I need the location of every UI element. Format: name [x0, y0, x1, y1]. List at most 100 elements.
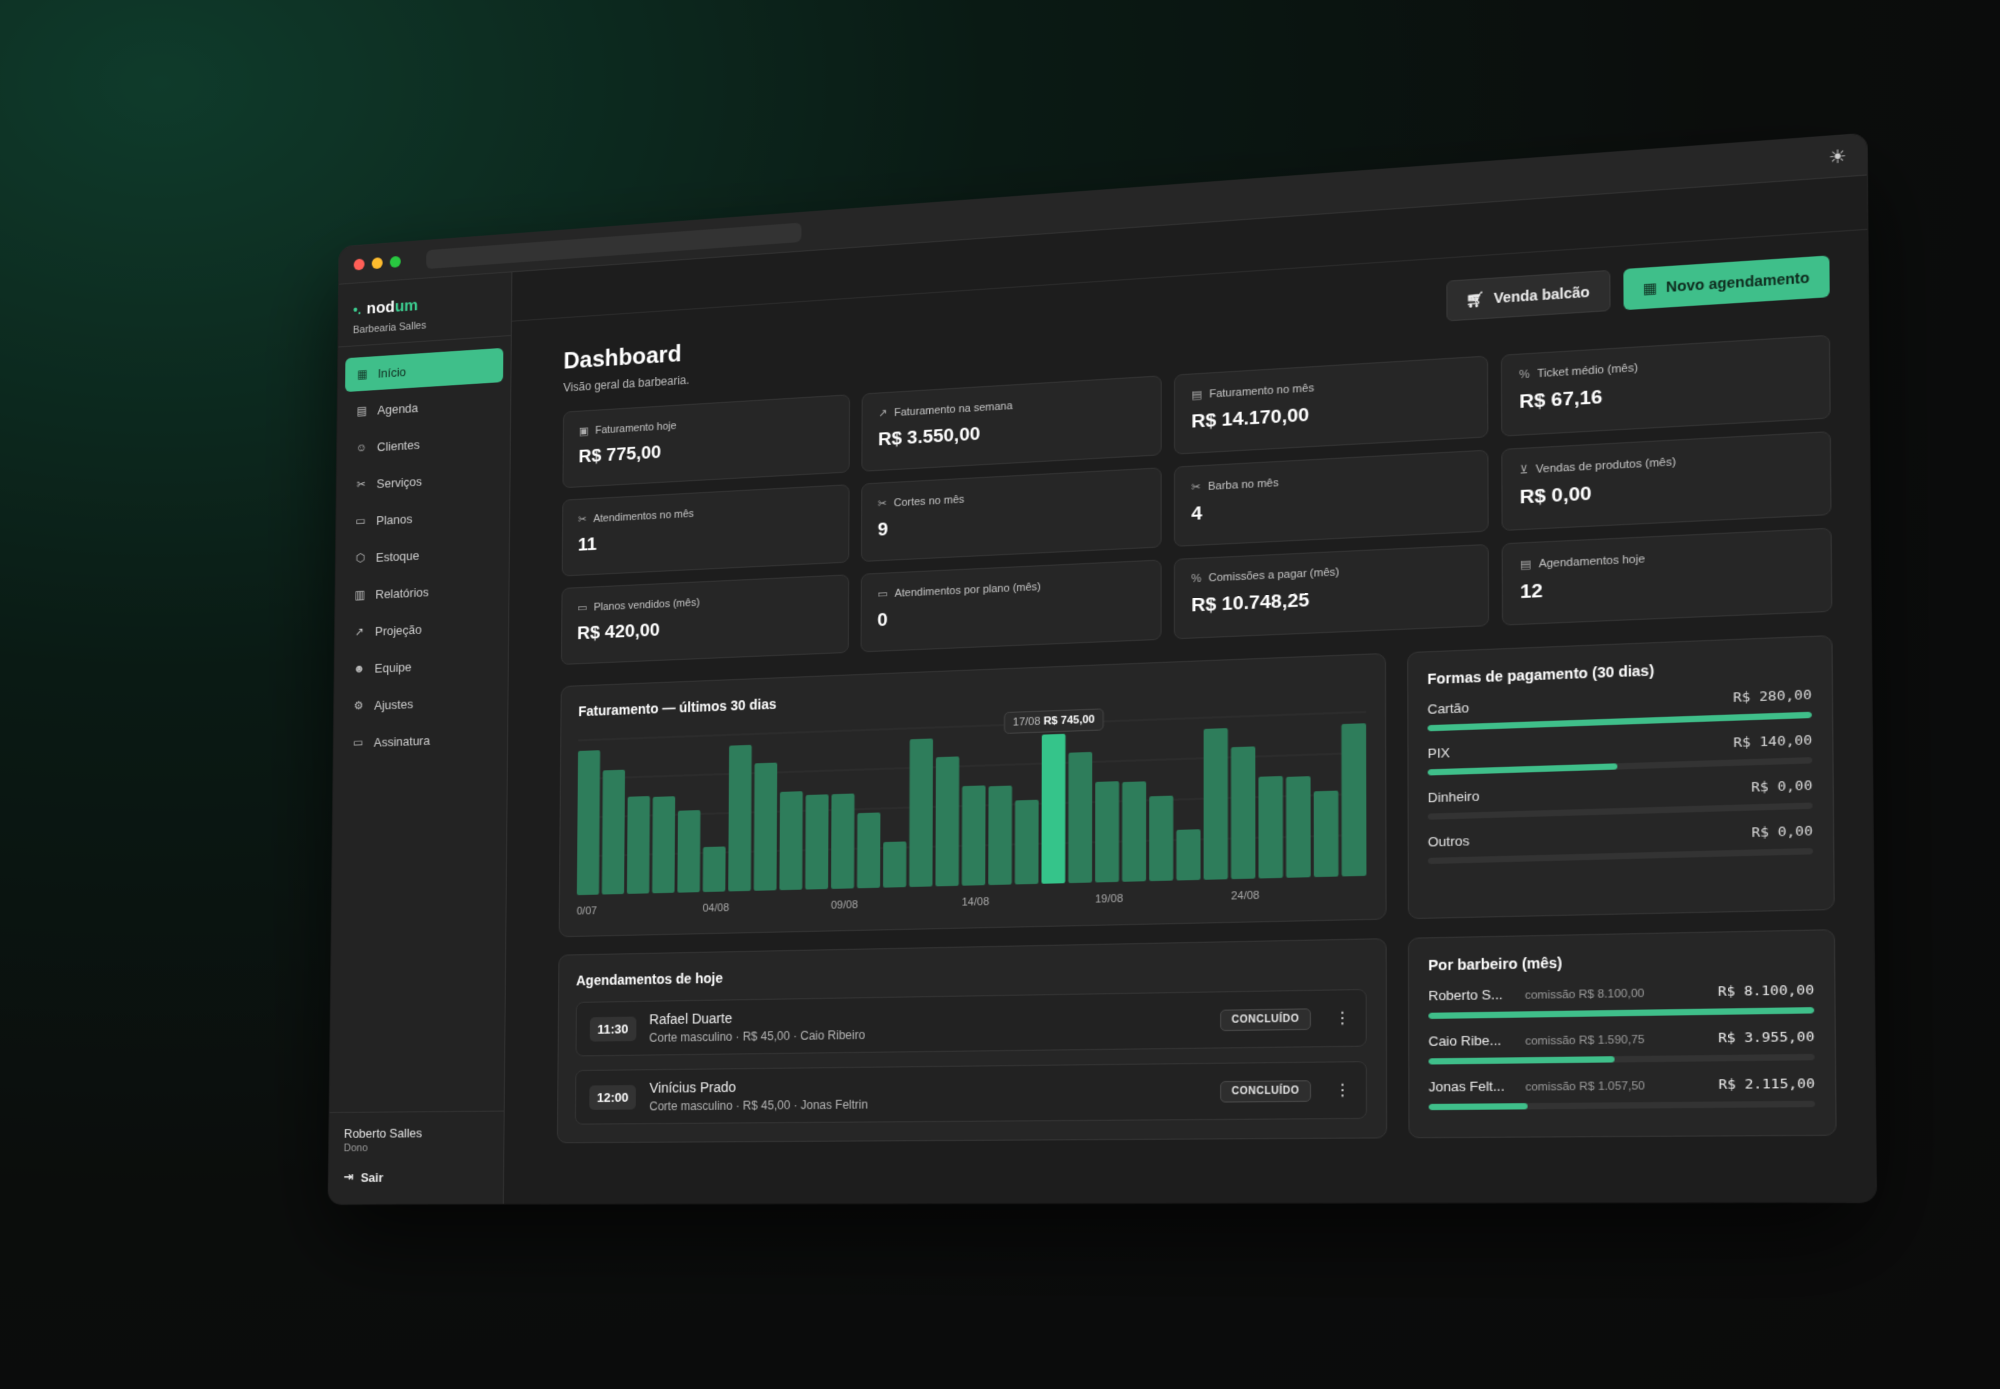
kpi-value: R$ 420,00	[577, 620, 660, 645]
logo-text: nod	[366, 297, 395, 318]
chart-bar[interactable]	[576, 750, 601, 896]
appointment-meta: Corte masculino · R$ 45,00 · Caio Ribeir…	[649, 1027, 866, 1045]
payment-method-value: R$ 0,00	[1751, 778, 1813, 796]
kpi-value: R$ 0,00	[1519, 483, 1592, 509]
chart-bar[interactable]	[1258, 775, 1283, 879]
chart-bar[interactable]	[626, 796, 650, 894]
chart-bar[interactable]	[753, 762, 778, 891]
kpi-value: 12	[1520, 580, 1543, 604]
app-window: ☀ •. nodum Barbearia Salles ▦ Início ▤ Ag…	[328, 133, 1876, 1205]
revenue-chart-card: Faturamento — últimos 30 dias 0/07 04/08 0…	[558, 652, 1387, 938]
chart-bar[interactable]	[961, 785, 986, 886]
chart-bar[interactable]	[988, 785, 1013, 886]
chart-bar[interactable]	[1015, 800, 1039, 885]
chart-bar[interactable]	[805, 794, 829, 890]
chart-bar[interactable]	[1122, 781, 1147, 882]
sun-icon[interactable]: ☀	[1828, 146, 1846, 169]
new-appointment-label: Novo agendamento	[1666, 269, 1810, 296]
sidebar-item-servicos[interactable]: ✂ Serviços	[344, 459, 503, 502]
minimize-window-button[interactable]	[371, 256, 383, 269]
sidebar-item-label: Serviços	[376, 473, 423, 491]
chart-tick-label: 24/08	[1231, 890, 1260, 903]
kpi-value: 9	[877, 519, 889, 541]
sidebar-item-ajustes[interactable]: ⚙ Ajustes	[341, 683, 500, 724]
grid-icon: ▦	[357, 367, 368, 381]
chart-bar[interactable]	[1286, 776, 1311, 878]
cash-icon: ▣	[578, 425, 589, 438]
chart-bar[interactable]	[728, 744, 752, 892]
chart-bar[interactable]	[1176, 829, 1201, 881]
chart-bar[interactable]	[856, 812, 881, 889]
tooltip-date: 17/08	[1012, 715, 1041, 729]
logout-icon: ⇥	[343, 1169, 354, 1184]
chart-bar[interactable]	[909, 738, 934, 888]
chart-bar[interactable]	[652, 796, 676, 894]
sidebar-item-planos[interactable]: ▭ Planos	[343, 496, 502, 539]
chart-bar[interactable]	[1341, 723, 1367, 877]
chart-bar[interactable]	[1149, 795, 1174, 882]
chart-bar[interactable]	[702, 846, 726, 893]
chart-bar[interactable]	[1313, 790, 1339, 878]
bar-chart-icon: ▥	[354, 587, 366, 602]
logout-button[interactable]: ⇥ Sair	[343, 1169, 488, 1185]
chart-bar[interactable]	[883, 841, 907, 888]
chart-bar[interactable]	[1230, 746, 1256, 880]
appointment-row[interactable]: 11:30 Rafael Duarte Corte masculino · R$…	[575, 988, 1367, 1057]
cart-icon: ⊻	[1519, 463, 1529, 477]
chart-bar[interactable]	[677, 810, 701, 893]
chart-bar[interactable]	[1203, 728, 1228, 880]
receipt-icon: ▤	[1191, 388, 1202, 402]
kpi-value: 11	[577, 534, 597, 556]
barber-progress-fill	[1428, 1007, 1815, 1019]
shop-name: Barbearia Salles	[352, 319, 427, 337]
payment-method-row: PIX R$ 140,00	[1428, 733, 1813, 776]
chart-bar[interactable]	[601, 769, 626, 895]
close-window-button[interactable]	[353, 258, 365, 271]
kpi-label: Atendimentos no mês	[593, 507, 694, 525]
chart-bar[interactable]	[1041, 733, 1066, 884]
sidebar-item-assinatura[interactable]: ▭ Assinatura	[341, 720, 500, 760]
sidebar-item-relatorios[interactable]: ▥ Relatórios	[343, 571, 502, 613]
revenue-chart-svg: 0/07 04/08 09/08 14/08 19/08 24/08	[576, 706, 1367, 917]
chart-bar[interactable]	[935, 756, 960, 887]
ticket-icon: ▭	[355, 514, 366, 528]
appointment-row[interactable]: 12:00 Vinícius Prado Corte masculino · R…	[574, 1061, 1367, 1125]
sidebar-item-equipe[interactable]: ☻ Equipe	[342, 645, 501, 686]
kpi-card: % Ticket médio (mês) R$ 67,16	[1500, 334, 1831, 437]
payment-method-label: PIX	[1427, 744, 1450, 762]
kpi-value: 0	[877, 609, 888, 632]
kpi-label: Faturamento hoje	[595, 419, 677, 437]
sidebar-item-agenda[interactable]: ▤ Agenda	[345, 385, 503, 429]
kpi-card: ✂ Barba no mês 4	[1173, 449, 1489, 547]
sidebar-item-label: Planos	[376, 511, 413, 528]
logo-text-accent: um	[394, 295, 419, 316]
counter-sale-button[interactable]: 🛒︎ Venda balcão	[1445, 269, 1611, 322]
sidebar-item-label: Início	[377, 364, 407, 381]
chart-bar[interactable]	[779, 791, 803, 891]
page-subtitle: Visão geral da barbearia.	[563, 373, 690, 395]
barber-progress-fill	[1428, 1103, 1528, 1111]
chart-bar[interactable]	[1068, 751, 1093, 884]
chart-tick-label: 04/08	[703, 902, 730, 914]
more-options-icon[interactable]: ⋮	[1334, 1080, 1351, 1101]
payment-method-label: Cartão	[1427, 700, 1470, 717]
kpi-value: R$ 10.748,25	[1191, 590, 1310, 617]
chart-tooltip: 17/08 R$ 745,00	[1003, 708, 1104, 734]
maximize-window-button[interactable]	[389, 255, 401, 268]
chart-bar[interactable]	[1095, 781, 1120, 883]
kpi-card: ▭ Planos vendidos (mês) R$ 420,00	[560, 574, 850, 665]
sidebar-item-label: Projeção	[374, 621, 422, 639]
user-box: Roberto Salles Dono ⇥ Sair	[328, 1110, 504, 1205]
logo-mark-icon: •.	[353, 301, 362, 318]
logo[interactable]: •. nodum	[353, 290, 496, 319]
sidebar-item-clientes[interactable]: ☺ Clientes	[344, 422, 502, 465]
new-appointment-button[interactable]: ▦ Novo agendamento	[1623, 255, 1830, 311]
kpi-label: Ticket médio (mês)	[1537, 361, 1638, 381]
sidebar-item-projecao[interactable]: ↗ Projeção	[342, 608, 501, 649]
sidebar-nav: ▦ Início ▤ Agenda ☺ Clientes ✂ Serviços ▭ Pl…	[333, 336, 510, 775]
chart-bar[interactable]	[831, 793, 855, 889]
calendar-plus-icon: ▦	[1642, 278, 1658, 297]
gear-icon: ⚙	[353, 698, 364, 713]
sidebar-item-estoque[interactable]: ⬡ Estoque	[343, 534, 502, 576]
more-options-icon[interactable]: ⋮	[1334, 1008, 1351, 1029]
